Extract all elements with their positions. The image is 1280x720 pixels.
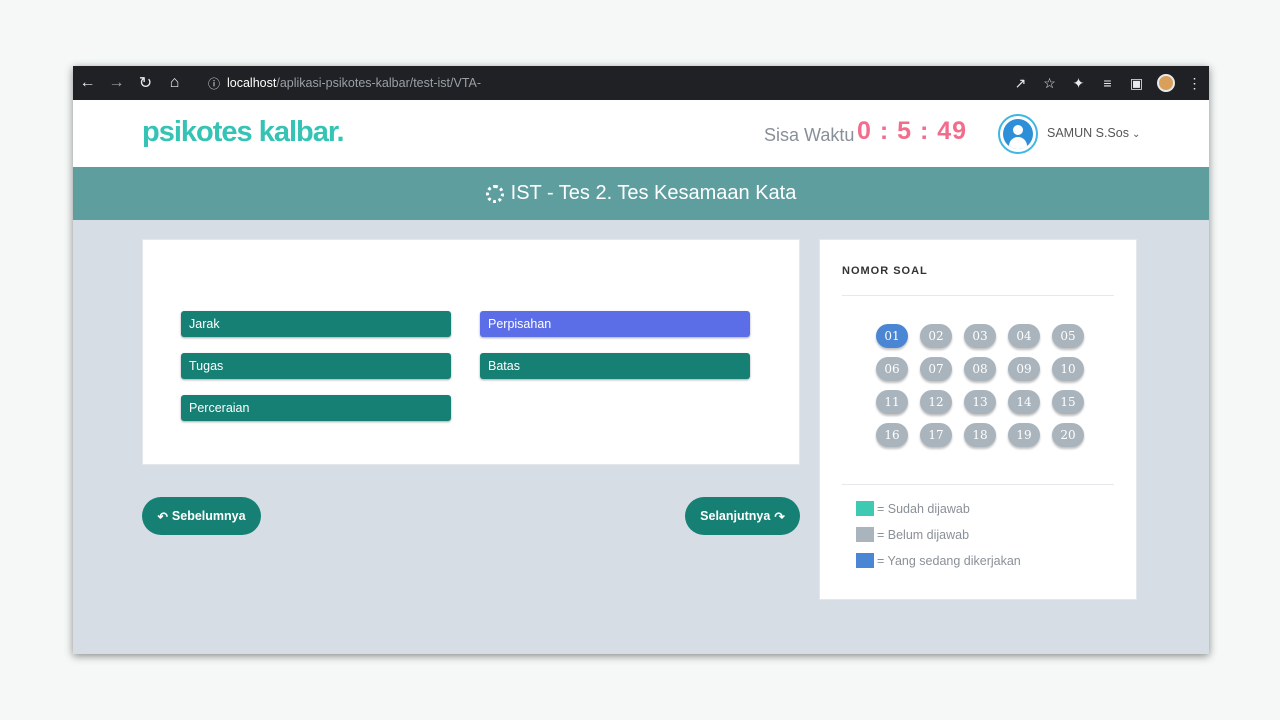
question-number-button[interactable]: 18 [964, 423, 996, 447]
spinner-icon [485, 184, 504, 203]
forward-arrow-icon: ↷ [774, 509, 785, 524]
question-number-button[interactable]: 16 [876, 423, 908, 447]
test-title: IST - Tes 2. Tes Kesamaan Kata [510, 182, 797, 204]
legend-current: = Yang sedang dikerjakan [856, 553, 1021, 568]
user-avatar[interactable] [998, 114, 1038, 154]
test-title-bar: IST - Tes 2. Tes Kesamaan Kata [73, 167, 1209, 220]
browser-window: ← → ↻ ⌂ ⓘ localhost/aplikasi-psikotes-ka… [73, 66, 1209, 654]
address-bar[interactable]: ⓘ localhost/aplikasi-psikotes-kalbar/tes… [201, 71, 1001, 95]
bookmark-star-icon[interactable]: ☆ [1035, 66, 1064, 100]
back-arrow-icon[interactable]: ← [73, 66, 102, 100]
next-button[interactable]: Selanjutnya ↷ [685, 497, 800, 535]
media-queue-icon[interactable]: ≡ [1093, 66, 1122, 100]
site-logo[interactable]: psikotes kalbar. [142, 116, 345, 149]
side-panel-icon[interactable]: ▣ [1122, 66, 1151, 100]
question-number-button[interactable]: 10 [1052, 357, 1084, 381]
timer-value: 0 : 5 : 49 [857, 117, 968, 145]
profile-avatar-icon[interactable] [1151, 66, 1180, 100]
question-number-button[interactable]: 06 [876, 357, 908, 381]
question-number-button[interactable]: 04 [1008, 324, 1040, 348]
question-number-button[interactable]: 05 [1052, 324, 1084, 348]
legend-swatch-unanswered [856, 527, 874, 542]
reload-icon[interactable]: ↻ [131, 66, 160, 100]
question-number-button[interactable]: 01 [876, 324, 908, 348]
question-number-panel: NOMOR SOAL 01 02 03 04 05 06 07 08 09 10 11 12 13 14 1… [819, 239, 1137, 600]
extensions-puzzle-icon[interactable]: ✦ [1064, 66, 1093, 100]
divider [842, 295, 1114, 296]
question-number-button[interactable]: 20 [1052, 423, 1084, 447]
question-number-button[interactable]: 13 [964, 390, 996, 414]
next-button-label: Selanjutnya [700, 509, 771, 523]
answer-option[interactable]: Tugas [181, 353, 451, 379]
divider [842, 484, 1114, 485]
question-number-button[interactable]: 09 [1008, 357, 1040, 381]
question-number-button[interactable]: 15 [1052, 390, 1084, 414]
question-number-grid: 01 02 03 04 05 06 07 08 09 10 11 12 13 14 15 16 17 18 19 20 [876, 324, 1086, 447]
question-number-button[interactable]: 03 [964, 324, 996, 348]
timer-label: Sisa Waktu [764, 125, 855, 145]
username-label: SAMUN S.Sos [1047, 126, 1129, 140]
question-number-button[interactable]: 12 [920, 390, 952, 414]
forward-arrow-icon[interactable]: → [102, 66, 131, 100]
previous-button[interactable]: ↶ Sebelumnya [142, 497, 261, 535]
site-info-icon[interactable]: ⓘ [201, 75, 227, 92]
url-host: localhost [227, 76, 277, 90]
panel-title: NOMOR SOAL [842, 265, 928, 277]
chevron-down-icon: ⌄ [1131, 129, 1141, 140]
user-menu[interactable]: SAMUN S.Sos ⌄ [1047, 126, 1140, 140]
url-path: /aplikasi-psikotes-kalbar/test-ist/VTA- [276, 76, 482, 90]
answer-option-selected[interactable]: Perpisahan [480, 311, 750, 337]
question-number-button[interactable]: 08 [964, 357, 996, 381]
legend-answered: = Sudah dijawab [856, 501, 970, 516]
legend-label: = Yang sedang dikerjakan [877, 553, 1021, 568]
legend-swatch-answered [856, 501, 874, 516]
question-number-button[interactable]: 17 [920, 423, 952, 447]
home-icon[interactable]: ⌂ [160, 66, 189, 100]
question-card: Jarak Perpisahan Tugas Batas Perceraian [142, 239, 800, 465]
previous-button-label: Sebelumnya [171, 509, 246, 523]
question-number-button[interactable]: 11 [876, 390, 908, 414]
user-icon [1003, 119, 1033, 149]
question-number-button[interactable]: 02 [920, 324, 952, 348]
legend-label: = Sudah dijawab [877, 501, 970, 516]
question-number-button[interactable]: 14 [1008, 390, 1040, 414]
legend-swatch-current [856, 553, 874, 568]
question-number-button[interactable]: 07 [920, 357, 952, 381]
share-icon[interactable]: ↗ [1006, 66, 1035, 100]
answer-option[interactable]: Perceraian [181, 395, 451, 421]
legend-unanswered: = Belum dijawab [856, 527, 969, 542]
legend-label: = Belum dijawab [877, 527, 970, 542]
answer-option[interactable]: Jarak [181, 311, 451, 337]
question-number-button[interactable]: 19 [1008, 423, 1040, 447]
back-arrow-icon: ↶ [157, 509, 168, 524]
menu-kebab-icon[interactable]: ⋮ [1180, 66, 1209, 100]
answer-option[interactable]: Batas [480, 353, 750, 379]
app-header: psikotes kalbar. Sisa Waktu 0 : 5 : 49 S… [73, 100, 1209, 167]
browser-toolbar: ← → ↻ ⌂ ⓘ localhost/aplikasi-psikotes-ka… [73, 66, 1209, 100]
